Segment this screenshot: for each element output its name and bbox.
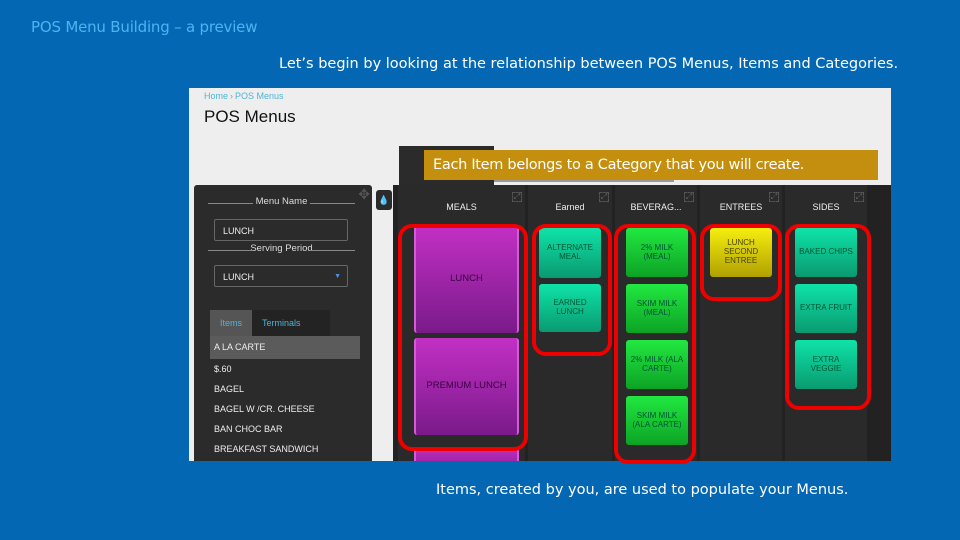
highlight-meals [398,224,528,451]
highlight-earned [532,224,612,356]
category-header[interactable]: MEALS [398,202,525,212]
category-header[interactable]: SIDES [785,202,867,212]
menu-name-input[interactable]: LUNCH [214,219,348,241]
menu-settings-panel: ✥ Menu Name LUNCH Serving Period LUNCH ▼ … [194,185,372,461]
category-header[interactable]: BEVERAG... [615,202,697,212]
chevron-down-icon: ▼ [334,273,341,280]
category-callout: Each Item belongs to a Category that you… [424,150,878,180]
breadcrumb-home[interactable]: Home [204,91,228,101]
serving-period-select[interactable]: LUNCH ▼ [214,265,348,287]
highlight-sides [785,224,871,410]
breadcrumb-separator: › [230,91,234,101]
menu-name-label: Menu Name [204,196,359,207]
tab-terminals[interactable]: Terminals [252,310,330,336]
list-item[interactable]: BAGEL W /CR. CHEESE [210,399,360,419]
slide-title: POS Menu Building – a preview [31,18,258,36]
category-header[interactable]: ENTREES [700,202,782,212]
expand-icon[interactable]: ⤢ [769,192,779,202]
breadcrumb-pos-menus[interactable]: POS Menus [235,91,284,101]
list-item[interactable]: BAGEL [210,379,360,399]
expand-icon[interactable]: ⤢ [854,192,864,202]
move-icon[interactable]: ✥ [358,186,370,203]
page-title: POS Menus [204,107,296,126]
caption-top: Let’s begin by looking at the relationsh… [279,56,899,72]
menu-name-value: LUNCH [223,226,255,236]
serving-period-value: LUNCH [223,272,255,282]
category-header[interactable]: Earned [528,202,612,212]
list-item[interactable]: BREAKFAST SANDWICH [210,439,360,459]
list-item[interactable]: A LA CARTE [210,336,360,359]
highlight-entrees [700,224,782,301]
item-list: A LA CARTE $.60 BAGEL BAGEL W /CR. CHEES… [210,336,360,459]
breadcrumb: Home › POS Menus [204,91,284,101]
drop-icon[interactable]: 💧 [376,190,392,210]
list-item[interactable]: $.60 [210,359,360,379]
expand-icon[interactable]: ⤢ [599,192,609,202]
expand-icon[interactable]: ⤢ [512,192,522,202]
caption-bottom: Items, created by you, are used to popul… [436,482,849,498]
list-item[interactable]: BAN CHOC BAR [210,419,360,439]
serving-period-label: Serving Period [204,243,359,254]
highlight-beverages [614,224,696,464]
expand-icon[interactable]: ⤢ [684,192,694,202]
